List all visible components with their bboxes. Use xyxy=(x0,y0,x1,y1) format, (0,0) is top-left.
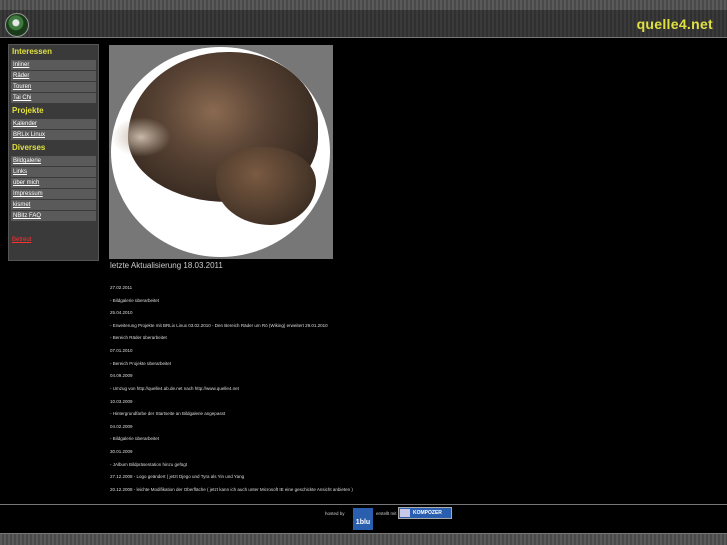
sidebar-item-bildgalerie[interactable]: Bildgalerie xyxy=(11,156,96,166)
sidebar-section-interessen: Interessen xyxy=(12,47,53,56)
log-line: - Hintergrundfarbe der Startseite an Bil… xyxy=(110,411,226,416)
sidebar-section-projekte: Projekte xyxy=(12,106,44,115)
log-line: 10.03.2009 xyxy=(110,399,133,404)
kompozer-icon xyxy=(400,509,410,517)
sidebar-section-diverses: Diverses xyxy=(12,143,46,152)
log-line: 07.01.2010 xyxy=(110,348,133,353)
log-line: 20.12.2008 - leichte Modifikation der Ob… xyxy=(110,487,353,492)
log-line: - Erweiterung Projekte mit BRLix Linux 0… xyxy=(110,323,328,328)
site-title[interactable]: quelle4.net xyxy=(637,16,713,32)
bottom-stripe xyxy=(0,534,727,545)
log-line: 27.02.2011 xyxy=(110,285,133,290)
sidebar-item-touren[interactable]: Touren xyxy=(11,82,96,92)
log-line: - Bildgalerie überarbeitet xyxy=(110,436,160,441)
log-line: - Bereich Projekte überarbeitet xyxy=(110,361,172,366)
header: quelle4.net xyxy=(0,10,727,38)
photo-frame xyxy=(109,45,333,259)
sidebar-item-tai-chi[interactable]: Tai Chi xyxy=(11,93,96,103)
log-line: - Bereich Räder überarbeitet xyxy=(110,335,167,340)
log-line: - Umzug von http://quelle4.ab.de.net nac… xyxy=(110,386,239,391)
footer: hosted by 1blu erstellt mit KOMPOZER xyxy=(0,504,727,534)
log-line: 25.04.2010 xyxy=(110,310,133,315)
sidebar-item-links[interactable]: Links xyxy=(11,167,96,177)
hosted-by-label: hosted by xyxy=(325,511,345,516)
host-logo[interactable]: 1blu xyxy=(353,508,373,530)
sidebar-red-link[interactable]: Betreut xyxy=(12,237,31,243)
yin-yang-logo-icon[interactable] xyxy=(5,13,29,37)
log-line: - JAlbum Bildpräsentation hinzu gefügt xyxy=(110,462,188,467)
sidebar-item-kismet[interactable]: kismet xyxy=(11,200,96,210)
log-line: - Bildgalerie überarbeitet xyxy=(110,298,160,303)
log-line: 30.01.2009 xyxy=(110,449,133,454)
log-line: 27.12.2008 - Logo geändert ( jetzt Djego… xyxy=(110,474,245,479)
sidebar-item-ueber-mich[interactable]: über mich xyxy=(11,178,96,188)
sidebar-item-raeder[interactable]: Räder xyxy=(11,71,96,81)
sidebar-item-impressum[interactable]: Impressum xyxy=(11,189,96,199)
last-update-heading: letzte Aktualisierung 18.03.2011 xyxy=(110,261,223,270)
dog-photo xyxy=(111,47,330,257)
kompozer-badge[interactable]: KOMPOZER xyxy=(398,507,452,519)
log-line: 04.02.2009 xyxy=(110,424,133,429)
sidebar-item-nbitz-faq[interactable]: NBitz FAQ xyxy=(11,211,96,221)
created-with-label: erstellt mit xyxy=(376,511,397,516)
sidebar: Interessen Inliner Räder Touren Tai Chi … xyxy=(8,44,99,261)
sidebar-item-brlix-linux[interactable]: BRLix Linux xyxy=(11,130,96,140)
sidebar-item-kalender[interactable]: Kalender xyxy=(11,119,96,129)
top-stripe xyxy=(0,0,727,10)
log-line: 04.09.2009 xyxy=(110,373,133,378)
sidebar-item-inliner[interactable]: Inliner xyxy=(11,60,96,70)
